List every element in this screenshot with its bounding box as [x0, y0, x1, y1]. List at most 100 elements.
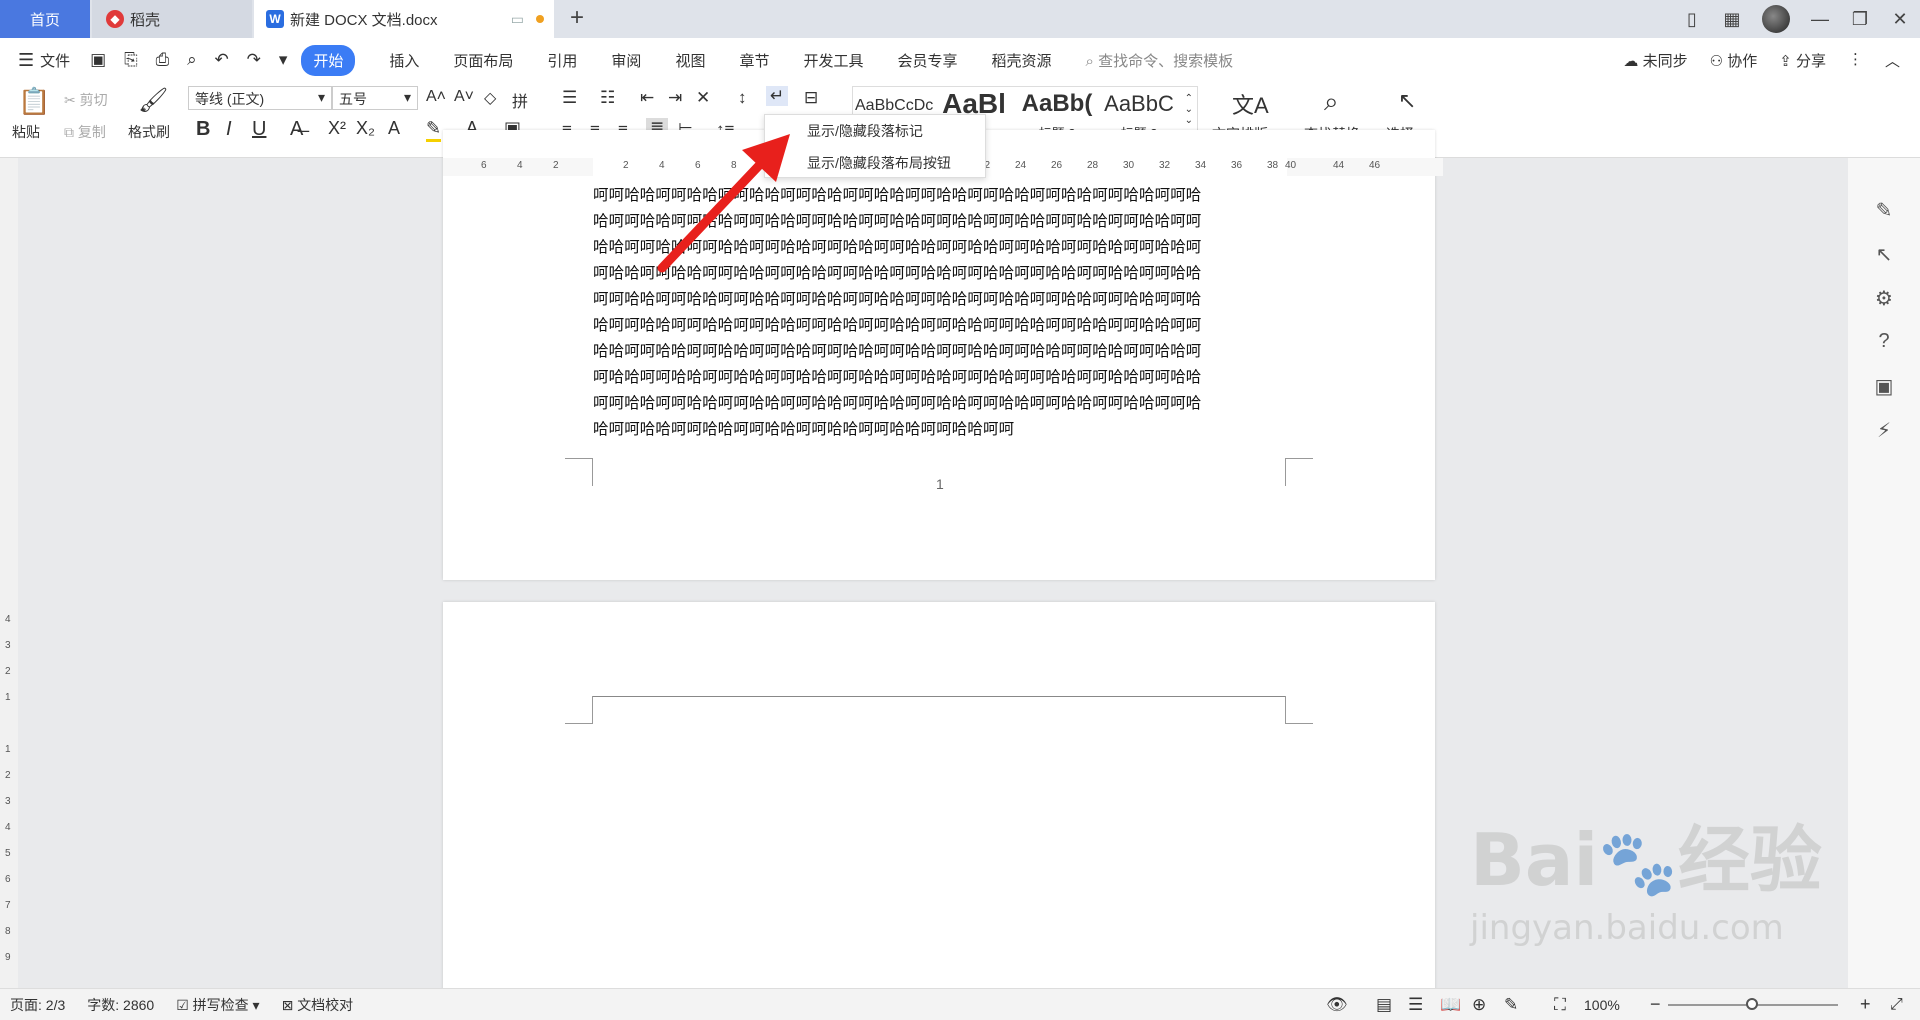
- font-size-select[interactable]: 五号 ▾: [332, 86, 418, 110]
- italic-icon[interactable]: I: [226, 118, 232, 141]
- clear-format-icon[interactable]: ◇: [484, 88, 496, 108]
- bullet-list-icon[interactable]: ☰: [562, 88, 577, 108]
- sort-icon[interactable]: ↕: [738, 88, 747, 108]
- font-name-select[interactable]: 等线 (正文) ▾: [188, 86, 332, 110]
- menu-item-view[interactable]: 视图: [675, 50, 705, 71]
- proofread-button[interactable]: ⊠ 文档校对: [282, 995, 354, 1015]
- layout-icon[interactable]: ▯: [1672, 9, 1712, 30]
- restore-icon[interactable]: ❐: [1840, 9, 1880, 30]
- web-view-icon[interactable]: ⊕: [1472, 995, 1486, 1015]
- subscript-icon[interactable]: X₂: [356, 118, 375, 139]
- text-effect-icon[interactable]: A: [388, 118, 400, 139]
- tab-document[interactable]: W 新建 DOCX 文档.docx ▭: [254, 0, 554, 38]
- write-view-icon[interactable]: ✎: [1504, 995, 1518, 1015]
- customize-dropdown-icon[interactable]: ▾: [279, 50, 288, 70]
- minimize-icon[interactable]: —: [1800, 9, 1840, 30]
- pointer-icon[interactable]: ↖: [1848, 242, 1920, 286]
- quick-access: ▣ ⎘ ⎙ ⌕ ↶ ↷ ▾: [90, 50, 301, 70]
- save-icon[interactable]: ▣: [90, 50, 106, 70]
- page-indicator[interactable]: 页面: 2/3: [10, 995, 65, 1015]
- document-page-2[interactable]: [443, 602, 1435, 992]
- image-tool-icon[interactable]: ▣: [1848, 374, 1920, 418]
- grow-font-icon[interactable]: A˄: [426, 88, 446, 106]
- table-cell-icon[interactable]: ⊟: [804, 88, 818, 108]
- cursor-icon[interactable]: ↖: [1398, 88, 1416, 114]
- help-icon[interactable]: ?: [1848, 330, 1920, 374]
- increase-indent-icon[interactable]: ⇥: [668, 88, 682, 108]
- more-icon[interactable]: ⋮: [1848, 50, 1863, 71]
- format-painter-button[interactable]: 格式刷: [128, 122, 170, 142]
- document-page-1[interactable]: 呵呵哈哈呵呵哈哈呵呵哈哈呵呵哈哈呵呵哈哈呵呵哈哈呵呵哈哈呵呵哈哈呵呵哈哈呵呵哈 …: [443, 130, 1435, 580]
- phonetic-icon[interactable]: 拼: [512, 88, 528, 112]
- bold-icon[interactable]: B: [196, 118, 210, 141]
- paste-icon[interactable]: 📋: [18, 86, 50, 117]
- decrease-indent-icon[interactable]: ⇤: [640, 88, 654, 108]
- underline-icon[interactable]: U: [252, 118, 266, 141]
- highlight-icon[interactable]: ✎: [426, 118, 442, 142]
- avatar[interactable]: [1762, 5, 1790, 33]
- tab-daoke[interactable]: ◆ 稻壳: [92, 0, 252, 38]
- hamburger-icon[interactable]: ☰: [18, 50, 34, 71]
- tab-home[interactable]: 首页: [0, 0, 90, 38]
- fullscreen-icon[interactable]: ⤢: [1890, 996, 1903, 1014]
- copy-button[interactable]: ⧉ 复制: [64, 122, 106, 142]
- eye-icon[interactable]: 👁: [1326, 995, 1348, 1015]
- show-hide-marks-icon[interactable]: ↵: [766, 86, 789, 106]
- fit-page-icon[interactable]: ⛶: [1554, 995, 1566, 1015]
- page-view-icon[interactable]: ▤: [1376, 995, 1392, 1015]
- settings-sliders-icon[interactable]: ⚙: [1848, 286, 1920, 330]
- print-preview-icon[interactable]: ⌕: [187, 50, 197, 70]
- new-tab-button[interactable]: +: [570, 4, 584, 32]
- menu-item-daoke-resources[interactable]: 稻壳资源: [992, 50, 1052, 71]
- sync-button[interactable]: ☁ 未同步: [1623, 50, 1687, 71]
- collapse-ribbon-icon[interactable]: ︿: [1885, 50, 1900, 71]
- zoom-slider-handle[interactable]: [1746, 998, 1758, 1010]
- spell-check-button[interactable]: ☑ 拼写检查 ▾: [176, 995, 259, 1015]
- superscript-icon[interactable]: X²: [328, 118, 346, 139]
- style-normal[interactable]: AaBbCcDc: [855, 87, 933, 117]
- shrink-font-icon[interactable]: A˅: [454, 88, 474, 106]
- collab-button[interactable]: ⚇ 协作: [1710, 50, 1758, 71]
- zoom-level[interactable]: 100%: [1584, 997, 1620, 1013]
- numbered-list-icon[interactable]: ☷: [600, 88, 615, 108]
- format-painter-icon[interactable]: 🖌: [138, 86, 168, 115]
- redo-icon[interactable]: ↷: [247, 50, 261, 70]
- scissors-icon: ✂: [64, 92, 76, 108]
- menu-file[interactable]: 文件: [40, 50, 70, 71]
- find-replace-icon[interactable]: ⌕: [1324, 86, 1339, 118]
- cut-button[interactable]: ✂ 剪切: [64, 90, 108, 110]
- paste-button[interactable]: 粘贴: [12, 122, 40, 142]
- zoom-out-icon[interactable]: −: [1650, 994, 1661, 1015]
- user-icon: ⚇: [1709, 52, 1724, 70]
- text-layout-icon[interactable]: 文A: [1232, 88, 1269, 120]
- menu-item-developer[interactable]: 开发工具: [803, 50, 863, 71]
- zoom-in-icon[interactable]: +: [1860, 994, 1871, 1015]
- export-pdf-icon[interactable]: ⎘: [124, 50, 138, 70]
- print-icon[interactable]: ⎙: [156, 50, 170, 70]
- undo-icon[interactable]: ↶: [215, 50, 229, 70]
- word-count[interactable]: 字数: 2860: [87, 995, 154, 1015]
- style-scroll-icon[interactable]: ⌃ ⌄ ⌄: [1185, 93, 1193, 126]
- command-search[interactable]: ⌕ 查找命令、搜索模板: [1086, 50, 1234, 71]
- menu-item-references[interactable]: 引用: [547, 50, 577, 71]
- style-heading-2-preview: AaBb(: [1021, 90, 1093, 117]
- monitor-icon[interactable]: ▭: [511, 11, 524, 28]
- close-icon[interactable]: ✕: [1880, 9, 1920, 30]
- pen-icon[interactable]: ✎: [1848, 198, 1920, 242]
- chinese-layout-icon[interactable]: ✕: [696, 88, 710, 108]
- menu-item-start[interactable]: 开始: [301, 44, 356, 76]
- grid-apps-icon[interactable]: ▦: [1712, 9, 1752, 30]
- read-view-icon[interactable]: 📖: [1440, 995, 1461, 1015]
- outline-view-icon[interactable]: ☰: [1408, 995, 1423, 1015]
- menu-item-member[interactable]: 会员专享: [897, 50, 957, 71]
- strikethrough-icon[interactable]: A̶: [290, 118, 303, 141]
- menu-item-page-layout[interactable]: 页面布局: [453, 50, 513, 71]
- menu-item-chapter[interactable]: 章节: [739, 50, 769, 71]
- menu-item-review[interactable]: 审阅: [611, 50, 641, 71]
- style-heading-3-preview: AaBbC: [1104, 91, 1174, 116]
- share-button[interactable]: ⇪ 分享: [1779, 50, 1826, 71]
- vruler-tick: 4: [5, 822, 11, 833]
- lightning-icon[interactable]: ⚡: [1848, 418, 1920, 462]
- menu-item-insert[interactable]: 插入: [389, 50, 419, 71]
- vruler-tick: 7: [5, 900, 11, 911]
